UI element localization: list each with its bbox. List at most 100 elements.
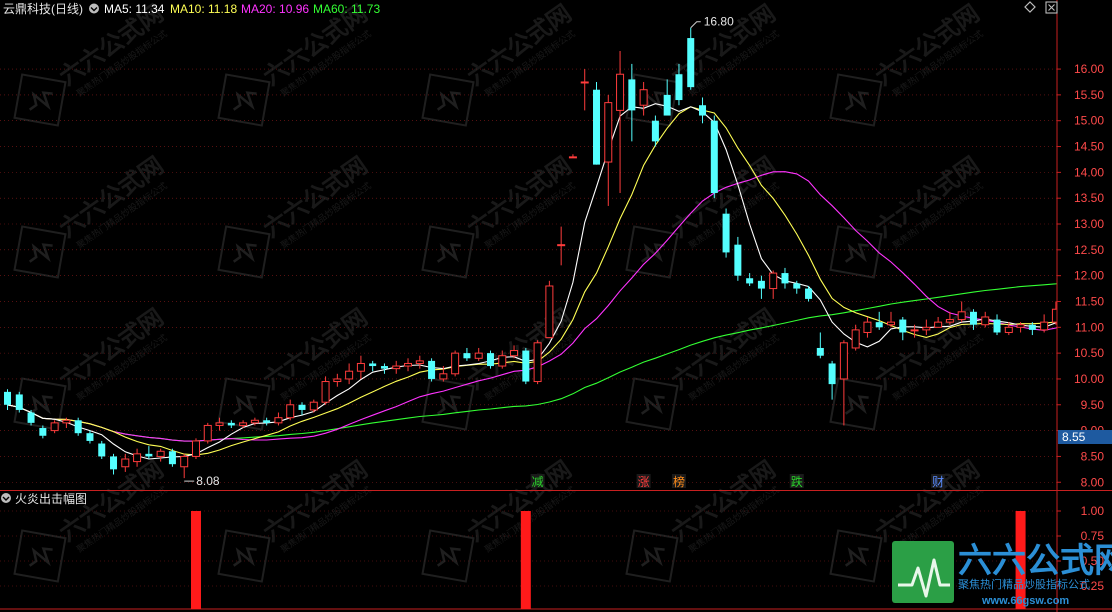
candle (851, 324, 860, 351)
candle (639, 81, 648, 116)
candle (746, 273, 754, 286)
ma-toggle-icon[interactable] (89, 3, 99, 14)
y-tick-label: 12.00 (1074, 269, 1104, 283)
stock-name[interactable]: 云鼎科技(日线) (3, 2, 83, 16)
signal-bar (190, 511, 201, 609)
candle (203, 422, 212, 444)
candle (687, 27, 695, 90)
y-tick-label: 8.50 (1081, 449, 1105, 463)
candle (781, 267, 789, 289)
candle (993, 314, 1001, 336)
candle (545, 280, 554, 339)
candle (734, 236, 742, 281)
current-price-value: 8.55 (1062, 430, 1086, 444)
candles (4, 27, 1071, 479)
low-label: 8.08 (196, 474, 220, 488)
candle (321, 376, 330, 405)
logo-slogan: 聚焦热门精品炒股指标公式 (958, 577, 1090, 591)
watermark-tile: 六六公式网聚焦热门精品炒股指标公式 (625, 456, 781, 583)
y-tick-label: 15.00 (1074, 114, 1104, 128)
diamond-icon[interactable] (1024, 1, 1036, 13)
candle (428, 358, 436, 382)
ma60-label: MA60: 11.73 (313, 2, 380, 16)
sub-panel-toggle-icon[interactable] (1, 493, 11, 503)
candle (580, 69, 589, 111)
logo-title: 六六公式网 (958, 542, 1112, 580)
candle (309, 399, 318, 413)
candle (875, 311, 883, 330)
y-tick-label: 12.50 (1074, 243, 1104, 257)
close-icon[interactable] (1045, 1, 1058, 14)
ma20-label: MA20: 10.96 (241, 2, 309, 16)
candle (86, 430, 94, 444)
candle (769, 270, 778, 299)
y-tick-label: 14.00 (1074, 165, 1104, 179)
event-marker[interactable]: 跌 (791, 474, 803, 489)
watermark-tile: 六六公式网聚焦热门精品炒股指标公式 (421, 152, 577, 279)
watermark-tile: 六六公式网聚焦热门精品炒股指标公式 (829, 0, 985, 127)
event-marker[interactable]: 减 (532, 475, 544, 489)
candle (557, 226, 566, 266)
candle (191, 438, 200, 460)
candle (899, 316, 907, 341)
y-tick-label: 13.00 (1074, 217, 1104, 231)
candle (981, 311, 990, 328)
candle (757, 275, 765, 299)
candle (274, 412, 283, 426)
sub-y-tick-label: 1.00 (1081, 504, 1105, 518)
candle (4, 389, 11, 410)
candle (957, 301, 966, 323)
high-label: 16.80 (704, 15, 734, 29)
ma5-label: MA5: 11.34 (104, 2, 165, 16)
watermark-tile: 六六公式网聚焦热门精品炒股指标公式 (421, 0, 577, 127)
ma5-path (7, 103, 1057, 460)
candle (486, 350, 494, 369)
candle (887, 311, 895, 328)
watermark-tile: 六六公式网聚焦热门精品炒股指标公式 (217, 152, 373, 279)
candle (593, 81, 600, 165)
candle (568, 154, 577, 159)
ma10-line (7, 106, 1057, 456)
y-tick-label: 10.50 (1074, 346, 1104, 360)
candle (333, 373, 342, 387)
candle (74, 417, 82, 436)
candle (380, 363, 388, 374)
ma5-line (7, 103, 1057, 460)
y-tick-label: 11.00 (1075, 320, 1104, 334)
candle (451, 350, 460, 377)
event-marker[interactable]: 榜 (673, 474, 685, 489)
y-tick-label: 8.00 (1081, 475, 1105, 489)
candle (133, 448, 142, 467)
event-marker[interactable]: 财 (932, 475, 944, 489)
candle (227, 420, 235, 429)
stock-chart[interactable]: 六六公式网聚焦热门精品炒股指标公式 六六公式网聚焦热门精品炒股指标公式 六六公式网聚… (0, 0, 1112, 612)
y-tick-label: 10.00 (1074, 372, 1104, 386)
candle (110, 453, 118, 475)
sub-y-tick-label: 0.75 (1081, 529, 1105, 543)
watermark-pattern: 六六公式网聚焦热门精品炒股指标公式 六六公式网聚焦热门精品炒股指标公式 六六公式网聚… (13, 0, 985, 583)
sub-panel-title: 火炎出击幅图 (15, 491, 87, 506)
candle (699, 97, 707, 124)
candle (1064, 283, 1071, 306)
candle (522, 347, 530, 385)
watermark-tile: 六六公式网聚焦热门精品炒股指标公式 (13, 456, 169, 583)
watermark-tile: 六六公式网聚焦热门精品炒股指标公式 (829, 152, 985, 279)
y-tick-label: 9.50 (1081, 398, 1105, 412)
candle (168, 448, 176, 467)
y-tick-label: 11.50 (1075, 294, 1104, 308)
watermark-tile: 六六公式网聚焦热门精品炒股指标公式 (217, 0, 373, 127)
candle (722, 208, 730, 258)
y-tick-label: 15.50 (1074, 88, 1104, 102)
y-tick-label: 14.50 (1074, 140, 1104, 154)
candle (121, 453, 130, 472)
ma10-path (7, 106, 1057, 456)
candle (156, 448, 165, 462)
event-marker[interactable]: 涨 (638, 474, 650, 489)
watermark-tile: 六六公式网聚焦热门精品炒股指标公式 (421, 456, 577, 583)
candle (934, 316, 943, 328)
candle (415, 355, 424, 369)
candle (392, 360, 401, 374)
watermark-tile: 六六公式网聚焦热门精品炒股指标公式 (13, 0, 169, 127)
candle (533, 340, 542, 385)
y-tick-label: 16.00 (1074, 62, 1104, 76)
